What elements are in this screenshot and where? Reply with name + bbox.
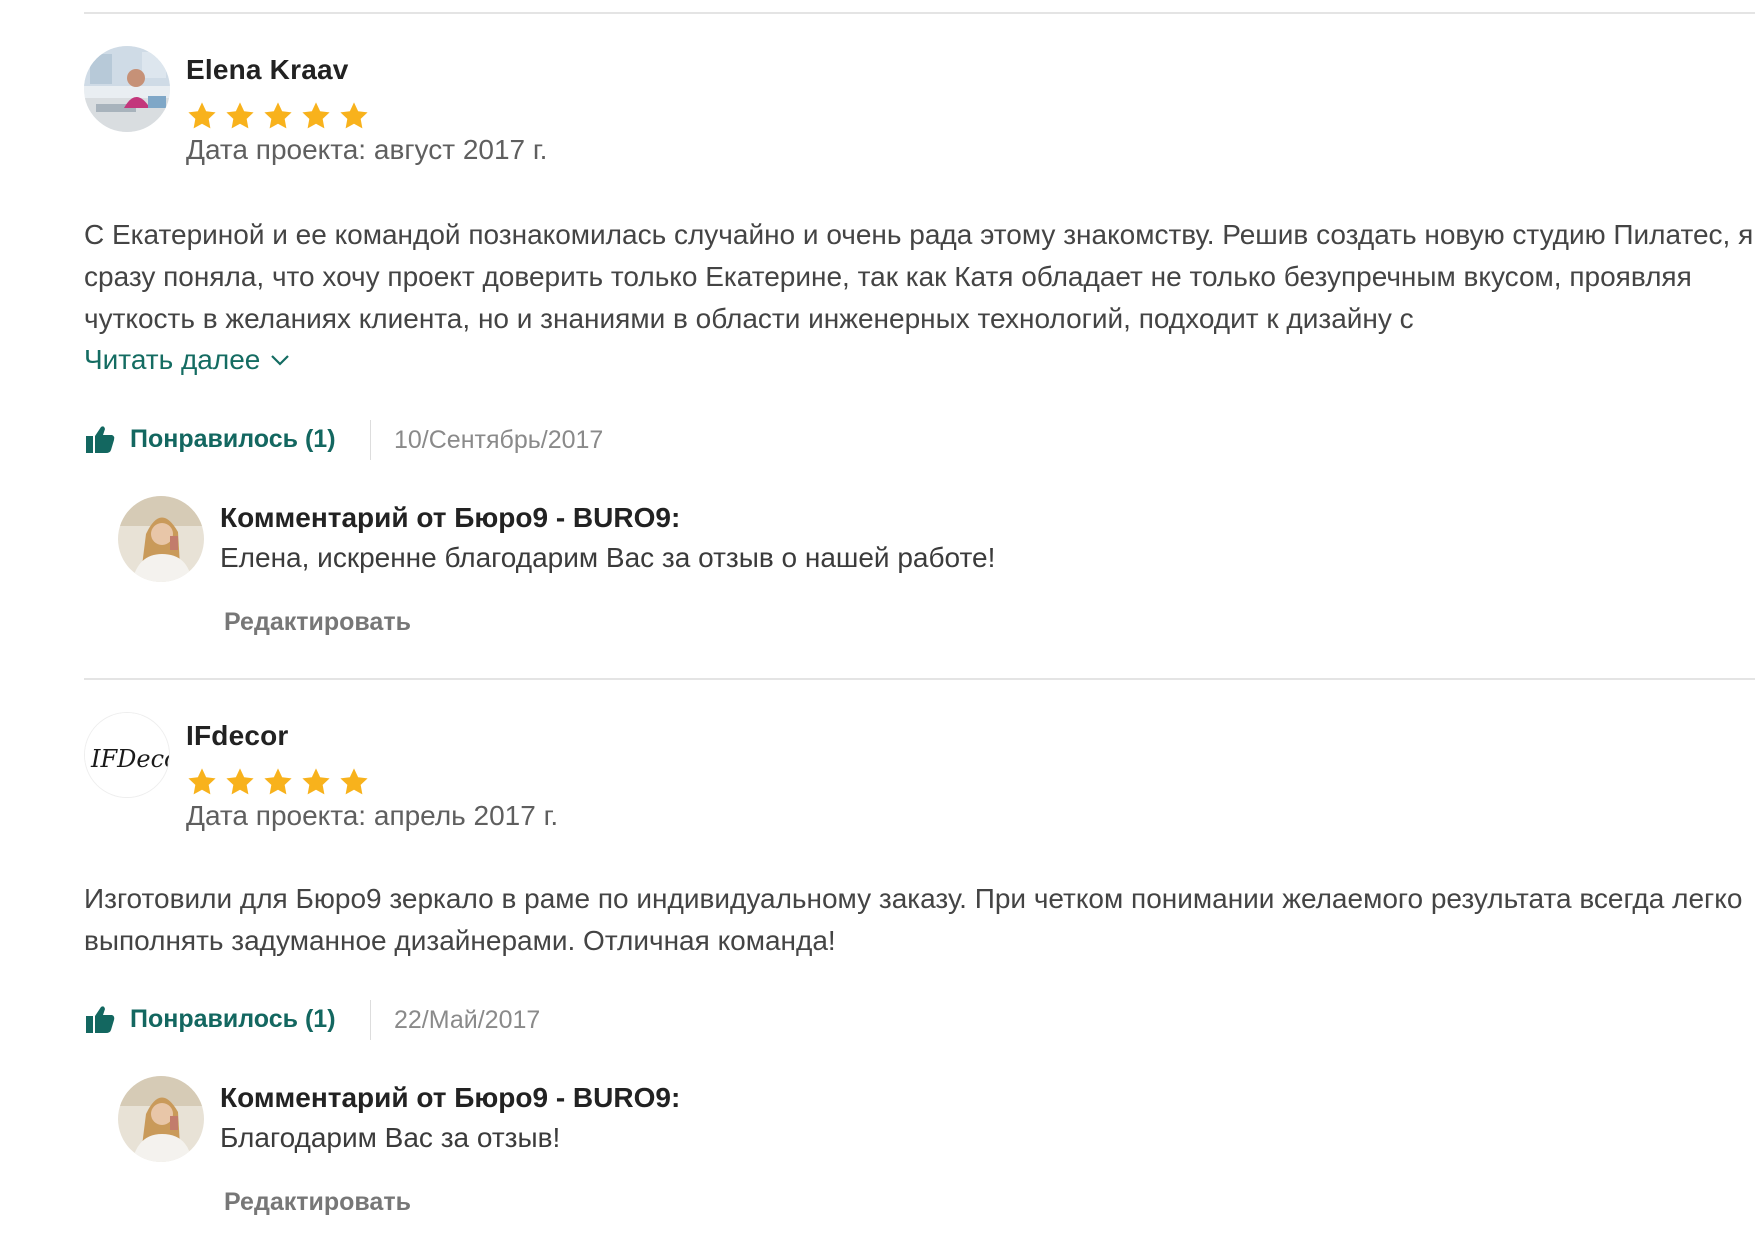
star-icon [302, 102, 330, 129]
star-icon [188, 768, 216, 795]
reviewer-avatar[interactable]: IFDecor [84, 712, 170, 798]
reviewer-avatar[interactable] [84, 46, 170, 132]
likes-label: Понравилось (1) [130, 1004, 336, 1033]
thumbs-up-icon [86, 1006, 115, 1033]
reviewer-name[interactable]: Elena Kraav [186, 54, 349, 86]
star-icon [226, 768, 254, 795]
owner-avatar [118, 1076, 204, 1162]
likes-label: Понравилось (1) [130, 424, 336, 453]
separator [370, 420, 371, 460]
project-date: Дата проекта: август 2017 г. [186, 134, 548, 165]
review-text: Изготовили для Бюро9 зеркало в раме по и… [84, 883, 1743, 956]
review-divider [84, 678, 1755, 680]
separator [370, 1000, 371, 1040]
like-button[interactable]: Понравилось (1) [84, 1004, 336, 1034]
rating-stars [186, 766, 370, 798]
comment-text: Благодарим Вас за отзыв! [220, 1122, 561, 1153]
star-icon [264, 768, 292, 795]
reviewer-name[interactable]: IFdecor [186, 720, 289, 752]
read-more-label: Читать далее [84, 344, 261, 375]
comment-text: Елена, искренне благодарим Вас за отзыв … [220, 542, 996, 573]
star-icon [340, 768, 368, 795]
project-date: Дата проекта: апрель 2017 г. [186, 800, 559, 831]
comment-title: Комментарий от Бюро9 - BURO9: [220, 502, 681, 533]
review-text: С Екатериной и ее командой познакомилась… [84, 219, 1754, 334]
star-icon [264, 102, 292, 129]
edit-comment-link[interactable]: Редактировать [224, 1188, 411, 1217]
chevron-down-icon [271, 355, 290, 366]
company-logo-text: IFDecor [90, 745, 170, 773]
review-date: 22/Май/2017 [394, 1006, 541, 1034]
owner-avatar [118, 496, 204, 582]
top-divider [84, 12, 1755, 14]
star-icon [226, 102, 254, 129]
like-button[interactable]: Понравилось (1) [84, 424, 336, 454]
star-icon [340, 102, 368, 129]
star-icon [188, 102, 216, 129]
comment-title: Комментарий от Бюро9 - BURO9: [220, 1082, 681, 1113]
rating-stars [186, 100, 370, 132]
star-icon [302, 768, 330, 795]
review-date: 10/Сентябрь/2017 [394, 426, 604, 454]
edit-comment-link[interactable]: Редактировать [224, 608, 411, 637]
thumbs-up-icon [86, 426, 115, 453]
read-more-link[interactable]: Читать далее [84, 344, 290, 376]
